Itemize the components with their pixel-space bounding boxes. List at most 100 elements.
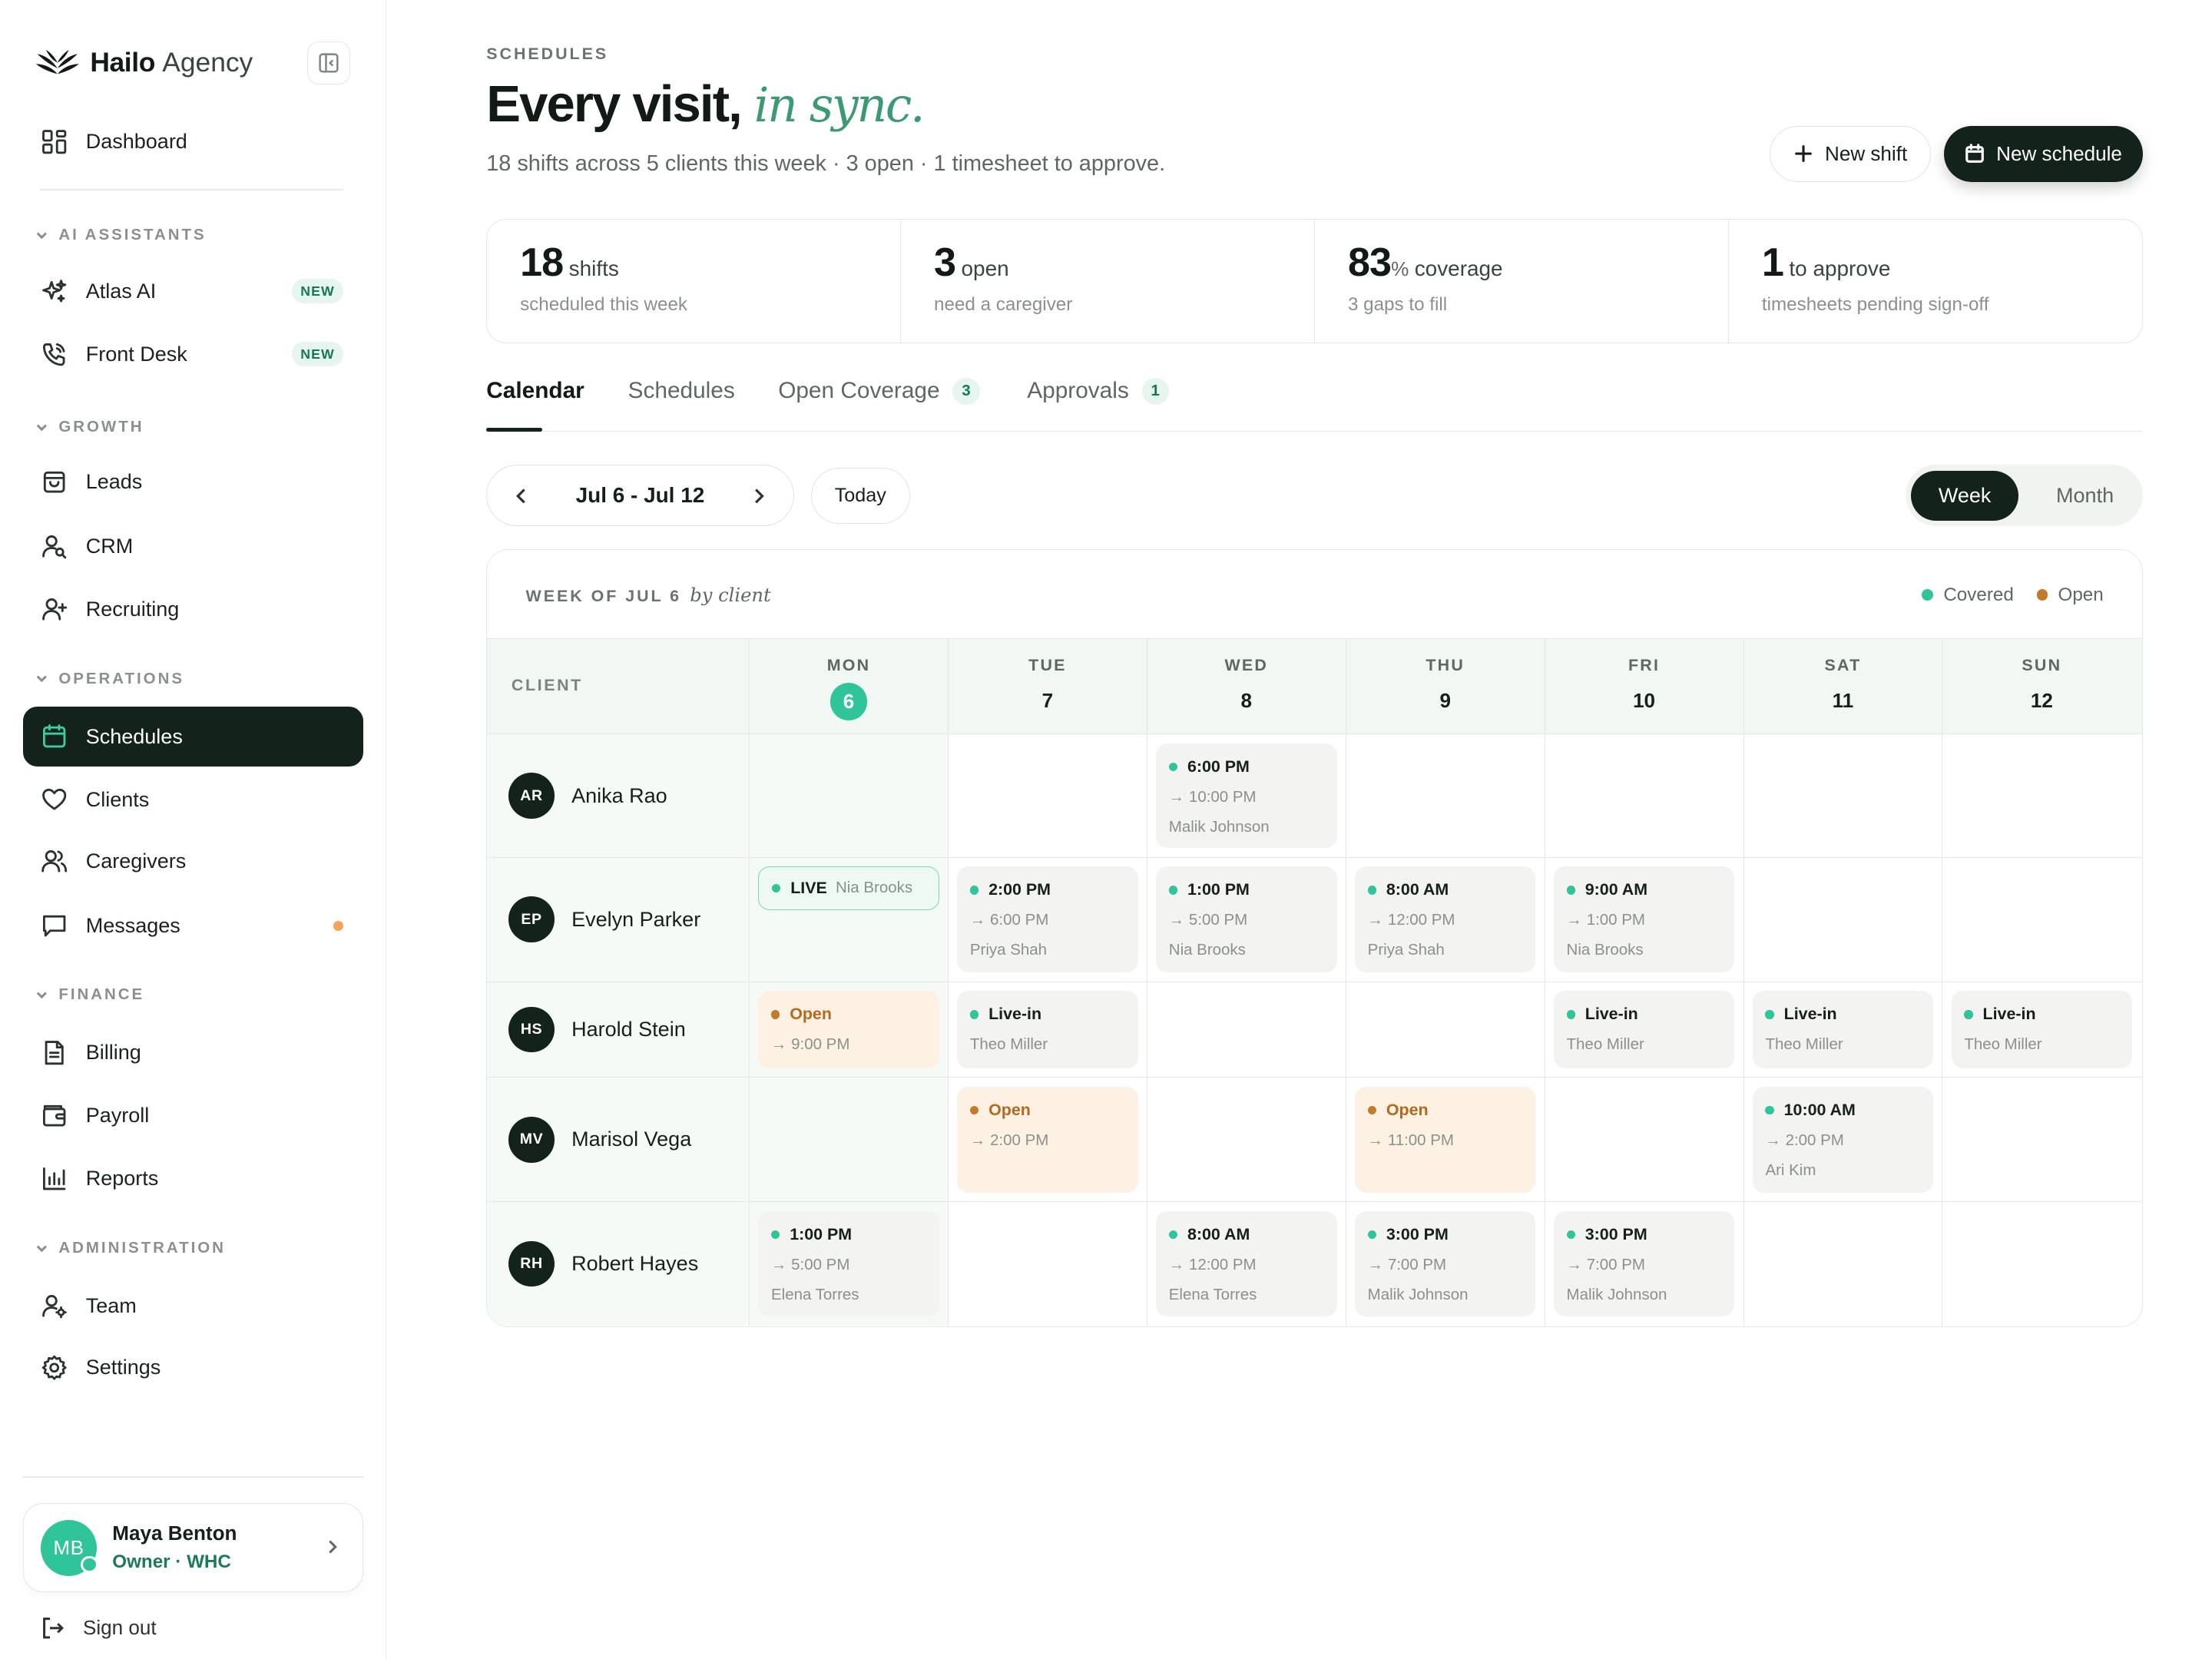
status-dot: [771, 1230, 780, 1240]
section-operations[interactable]: OPERATIONS: [35, 670, 184, 688]
tab-open-coverage-label: Open Coverage: [778, 378, 940, 404]
today-button[interactable]: Today: [811, 468, 910, 524]
nav-leads[interactable]: Leads: [23, 452, 363, 512]
next-week-button[interactable]: [747, 485, 770, 508]
shift-card[interactable]: 6:00 PM → 10:00 PM Malik Johnson: [1156, 743, 1337, 849]
day-cell[interactable]: 1:00 PM → 5:00 PM Nia Brooks: [1146, 857, 1346, 982]
day-cell[interactable]: 6:00 PM → 10:00 PM Malik Johnson: [1146, 734, 1346, 857]
day-cell[interactable]: [1942, 1202, 2141, 1326]
client-cell[interactable]: HS Harold Stein: [487, 982, 750, 1078]
shift-start: LIVE Nia Brooks: [772, 879, 926, 898]
nav-clients[interactable]: Clients: [23, 770, 363, 830]
section-ai-assistants[interactable]: AI ASSISTANTS: [35, 226, 207, 244]
nav-recruiting[interactable]: Recruiting: [23, 579, 363, 639]
collapse-sidebar-button[interactable]: [307, 41, 351, 84]
client-cell[interactable]: EP Evelyn Parker: [487, 857, 750, 982]
day-cell[interactable]: Live-in Theo Miller: [1942, 982, 2141, 1078]
tab-schedules[interactable]: Schedules: [628, 378, 735, 404]
shift-start: 8:00 AM: [1168, 1225, 1324, 1244]
shift-card[interactable]: 10:00 AM → 2:00 PM Ari Kim: [1752, 1086, 1934, 1194]
day-cell[interactable]: [947, 1202, 1147, 1326]
day-cell[interactable]: 3:00 PM → 7:00 PM Malik Johnson: [1345, 1202, 1545, 1326]
client-cell[interactable]: RH Robert Hayes: [487, 1202, 750, 1326]
client-cell[interactable]: AR Anika Rao: [487, 734, 750, 857]
chevron-right-icon: [329, 1540, 337, 1554]
day-cell[interactable]: [1942, 1078, 2141, 1202]
day-cell[interactable]: LIVE Nia Brooks: [749, 857, 948, 982]
new-shift-button[interactable]: New shift: [1769, 125, 1932, 182]
shift-card[interactable]: 2:00 PM → 6:00 PM Priya Shah: [957, 866, 1138, 973]
nav-billing[interactable]: Billing: [23, 1023, 363, 1083]
nav-atlas-ai[interactable]: Atlas AI NEW: [23, 262, 363, 322]
day-cell[interactable]: [749, 734, 948, 857]
day-cell[interactable]: Open → 9:00 PM: [749, 982, 948, 1078]
nav-crm[interactable]: CRM: [23, 516, 363, 576]
day-cell[interactable]: [947, 734, 1147, 857]
day-cell[interactable]: [1345, 982, 1545, 1078]
shift-card[interactable]: Live-in Theo Miller: [957, 990, 1138, 1069]
day-cell[interactable]: 2:00 PM → 6:00 PM Priya Shah: [947, 857, 1147, 982]
day-cell[interactable]: 10:00 AM → 2:00 PM Ari Kim: [1743, 1078, 1942, 1202]
client-cell[interactable]: MV Marisol Vega: [487, 1078, 750, 1202]
day-cell[interactable]: [1544, 734, 1743, 857]
live-shift-card[interactable]: LIVE Nia Brooks: [758, 866, 939, 910]
day-cell[interactable]: [1743, 1202, 1942, 1326]
day-cell[interactable]: 8:00 AM → 12:00 PM Priya Shah: [1345, 857, 1545, 982]
section-finance[interactable]: FINANCE: [35, 985, 145, 1004]
day-cell[interactable]: [1146, 1078, 1346, 1202]
nav-messages[interactable]: Messages: [23, 896, 363, 955]
shift-start: 3:00 PM: [1566, 1225, 1722, 1244]
shift-card[interactable]: 3:00 PM → 7:00 PM Malik Johnson: [1553, 1210, 1735, 1317]
user-card[interactable]: MB Maya Benton Owner · WHC: [22, 1503, 364, 1592]
day-cell[interactable]: 9:00 AM → 1:00 PM Nia Brooks: [1544, 857, 1743, 982]
brand[interactable]: Hailo Agency: [35, 40, 253, 86]
open-shift-card[interactable]: Open → 11:00 PM: [1354, 1086, 1536, 1194]
section-administration[interactable]: ADMINISTRATION: [35, 1239, 226, 1257]
day-cell[interactable]: Open → 11:00 PM: [1345, 1078, 1545, 1202]
new-schedule-button[interactable]: New schedule: [1944, 125, 2143, 182]
day-cell[interactable]: Live-in Theo Miller: [1544, 982, 1743, 1078]
day-cell[interactable]: Open → 2:00 PM: [947, 1078, 1147, 1202]
section-growth[interactable]: GROWTH: [35, 418, 144, 436]
open-shift-card[interactable]: Open → 9:00 PM: [758, 990, 939, 1069]
nav-payroll[interactable]: Payroll: [23, 1086, 363, 1146]
shift-card[interactable]: 9:00 AM → 1:00 PM Nia Brooks: [1553, 866, 1735, 973]
day-cell[interactable]: 8:00 AM → 12:00 PM Elena Torres: [1146, 1202, 1346, 1326]
nav-team[interactable]: Team: [23, 1276, 363, 1336]
day-cell[interactable]: [1743, 857, 1942, 982]
day-cell[interactable]: 3:00 PM → 7:00 PM Malik Johnson: [1544, 1202, 1743, 1326]
open-shift-card[interactable]: Open → 2:00 PM: [957, 1086, 1138, 1194]
day-cell[interactable]: 1:00 PM → 5:00 PM Elena Torres: [749, 1202, 948, 1326]
day-cell[interactable]: [1345, 734, 1545, 857]
shift-card[interactable]: Live-in Theo Miller: [1752, 990, 1934, 1069]
shift-card[interactable]: 3:00 PM → 7:00 PM Malik Johnson: [1354, 1210, 1536, 1317]
stat-value: 1: [1761, 240, 1784, 286]
sign-out-button[interactable]: Sign out: [40, 1615, 157, 1641]
stat-coverage: 83% coverage 3 gaps to fill: [1315, 219, 1730, 343]
day-cell[interactable]: [1743, 734, 1942, 857]
day-cell[interactable]: [1544, 1078, 1743, 1202]
tab-open-coverage[interactable]: Open Coverage 3: [778, 377, 980, 406]
tab-approvals[interactable]: Approvals 1: [1027, 377, 1169, 406]
shift-card[interactable]: 8:00 AM → 12:00 PM Elena Torres: [1156, 1210, 1337, 1317]
day-cell[interactable]: Live-in Theo Miller: [1743, 982, 1942, 1078]
day-cell[interactable]: [1942, 857, 2141, 982]
week-view-button[interactable]: Week: [1911, 470, 2018, 521]
shift-card[interactable]: Live-in Theo Miller: [1553, 990, 1735, 1069]
nav-reports[interactable]: Reports: [23, 1149, 363, 1209]
day-cell[interactable]: [1942, 734, 2141, 857]
shift-card[interactable]: 8:00 AM → 12:00 PM Priya Shah: [1354, 866, 1536, 973]
nav-schedules[interactable]: Schedules: [22, 707, 364, 767]
month-view-button[interactable]: Month: [2032, 471, 2139, 521]
nav-front-desk[interactable]: Front Desk NEW: [23, 325, 363, 385]
shift-card[interactable]: 1:00 PM → 5:00 PM Elena Torres: [758, 1210, 939, 1317]
nav-settings[interactable]: Settings: [23, 1337, 363, 1397]
tab-calendar[interactable]: Calendar: [486, 378, 584, 404]
nav-caregivers[interactable]: Caregivers: [23, 831, 363, 891]
nav-dashboard[interactable]: Dashboard: [23, 111, 363, 171]
shift-card[interactable]: 1:00 PM → 5:00 PM Nia Brooks: [1156, 866, 1337, 973]
day-cell[interactable]: Live-in Theo Miller: [947, 982, 1147, 1078]
day-cell[interactable]: [749, 1078, 948, 1202]
day-cell[interactable]: [1146, 982, 1346, 1078]
shift-card[interactable]: Live-in Theo Miller: [1951, 990, 2133, 1069]
